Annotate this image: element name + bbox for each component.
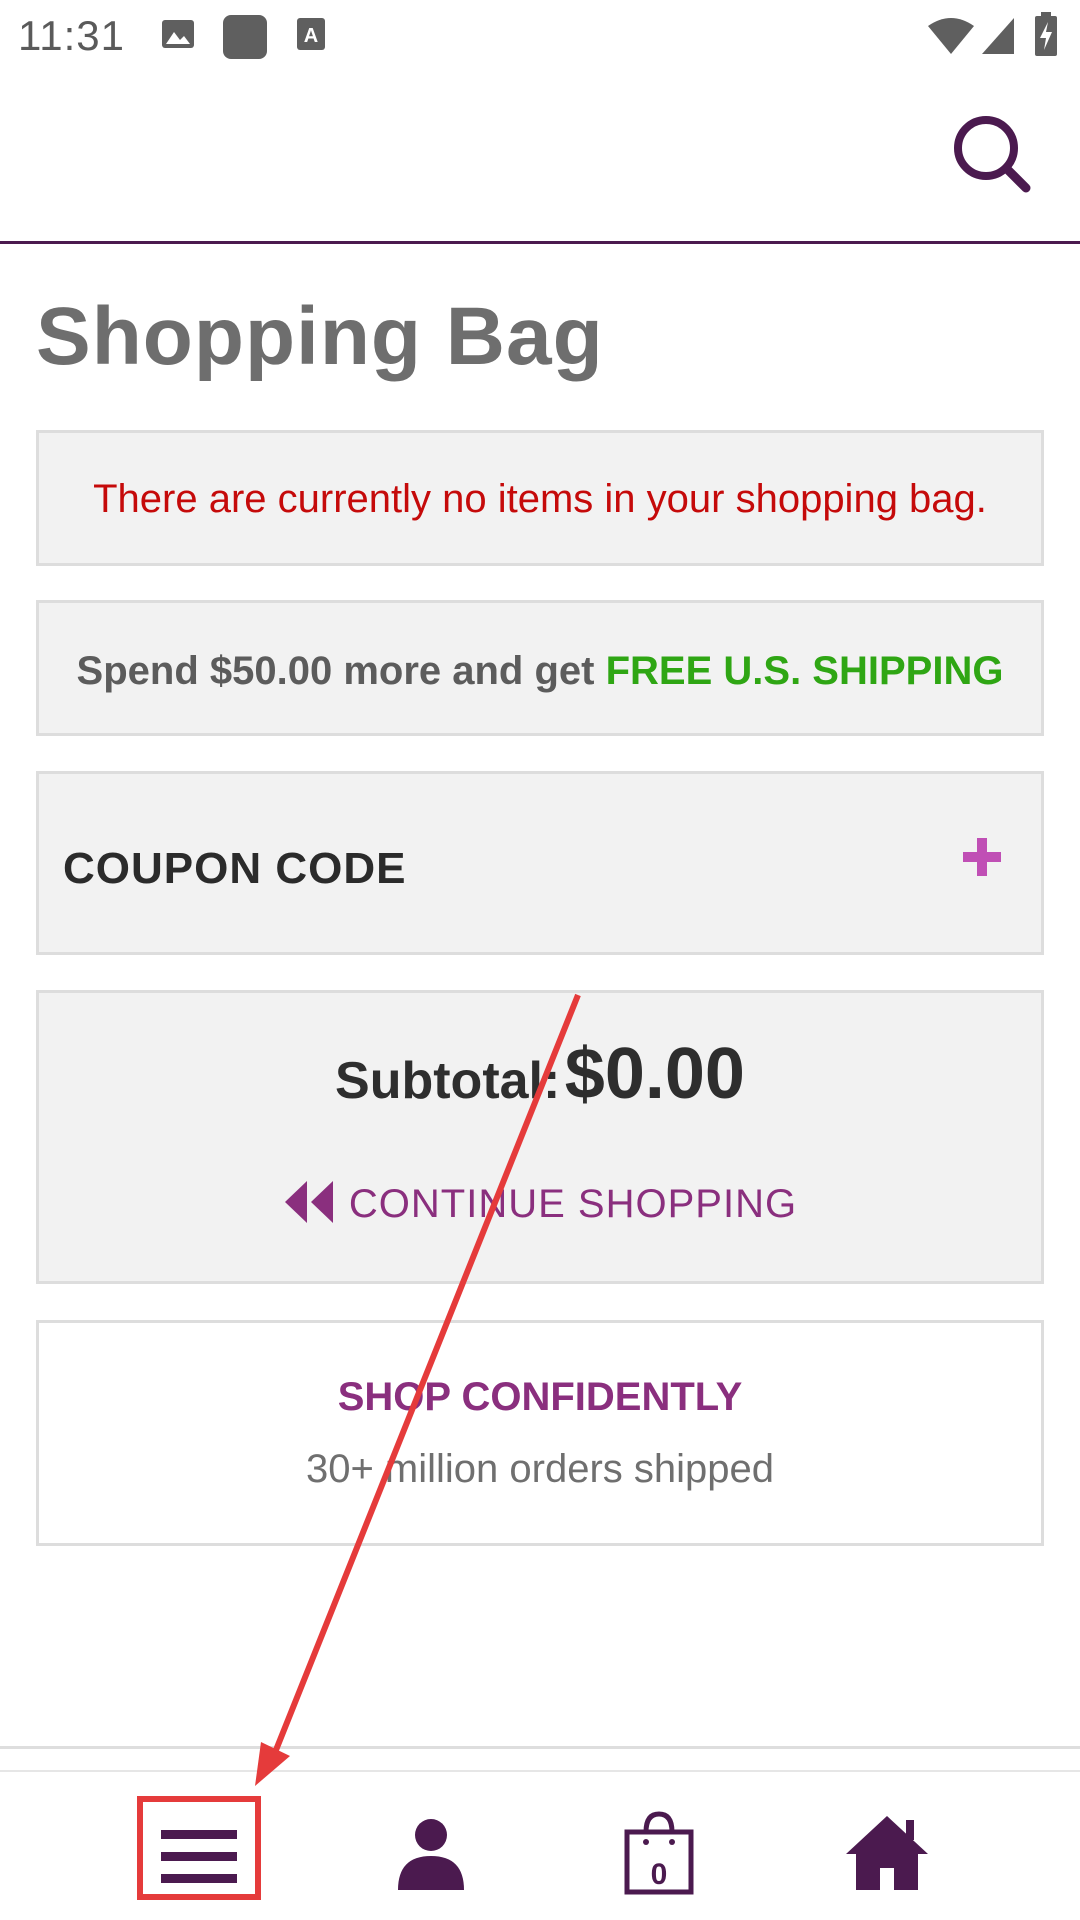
nav-bag-button[interactable]: 0 (604, 1802, 714, 1912)
coupon-code-label: COUPON CODE (63, 844, 407, 893)
annotation-arrow (255, 993, 581, 1786)
status-time: 11:31 (18, 12, 125, 59)
empty-bag-notice: There are currently no items in your sho… (36, 430, 1044, 566)
shipping-highlight: FREE U.S. SHIPPING (605, 649, 1004, 693)
app-notification-icon (222, 14, 268, 65)
shop-confidently-panel: SHOP CONFIDENTLY 30+ million orders ship… (36, 1320, 1044, 1546)
subtotal-value: $0.00 (564, 1034, 745, 1114)
footer-divider (0, 1746, 1080, 1749)
account-icon (398, 1819, 464, 1890)
menu-icon (161, 1830, 237, 1883)
app-header (0, 74, 1080, 244)
bag-count-badge: 0 (651, 1858, 668, 1891)
wifi-icon (926, 16, 976, 61)
subtotal-row: Subtotal: $0.00 (39, 1033, 1041, 1115)
status-bar: 11:31 A (0, 0, 1080, 74)
bottom-navigation: 0 (0, 1770, 1080, 1920)
nav-menu-button[interactable] (144, 1802, 254, 1912)
page-title: Shopping Bag (36, 291, 604, 382)
shipping-prefix: Spend $50.00 more and get (76, 649, 606, 693)
nav-home-button[interactable] (832, 1802, 942, 1912)
battery-icon (1034, 12, 1058, 61)
coupon-code-toggle[interactable]: COUPON CODE (36, 771, 1044, 955)
bag-icon: 0 (624, 1811, 694, 1895)
subtotal-label: Subtotal: (335, 1052, 561, 1110)
search-icon (954, 116, 1031, 193)
svg-text:A: A (304, 25, 318, 47)
shop-confidently-subtitle: 30+ million orders shipped (305, 1447, 775, 1491)
double-chevron-left-icon (284, 1181, 333, 1223)
shipping-message: Spend $50.00 more and get FREE U.S. SHIP… (39, 649, 1041, 694)
plus-icon (963, 838, 1001, 876)
home-icon (846, 1816, 928, 1890)
empty-bag-message: There are currently no items in your sho… (93, 477, 987, 521)
free-shipping-banner: Spend $50.00 more and get FREE U.S. SHIP… (36, 600, 1044, 736)
subtotal-panel: Subtotal: $0.00 CONTINUE SHOPPING (36, 990, 1044, 1284)
image-notification-icon (160, 14, 196, 59)
text-notification-icon: A (296, 14, 326, 59)
search-button[interactable] (950, 112, 1034, 196)
shopping-bag-screen: 11:31 A Shopping Bag There are currently… (0, 0, 1080, 1920)
nav-account-button[interactable] (376, 1802, 486, 1912)
signal-icon (980, 16, 1016, 61)
continue-shopping-link[interactable]: CONTINUE SHOPPING (39, 1179, 1041, 1227)
continue-shopping-label: CONTINUE SHOPPING (348, 1182, 798, 1226)
shop-confidently-title: SHOP CONFIDENTLY (337, 1375, 743, 1419)
